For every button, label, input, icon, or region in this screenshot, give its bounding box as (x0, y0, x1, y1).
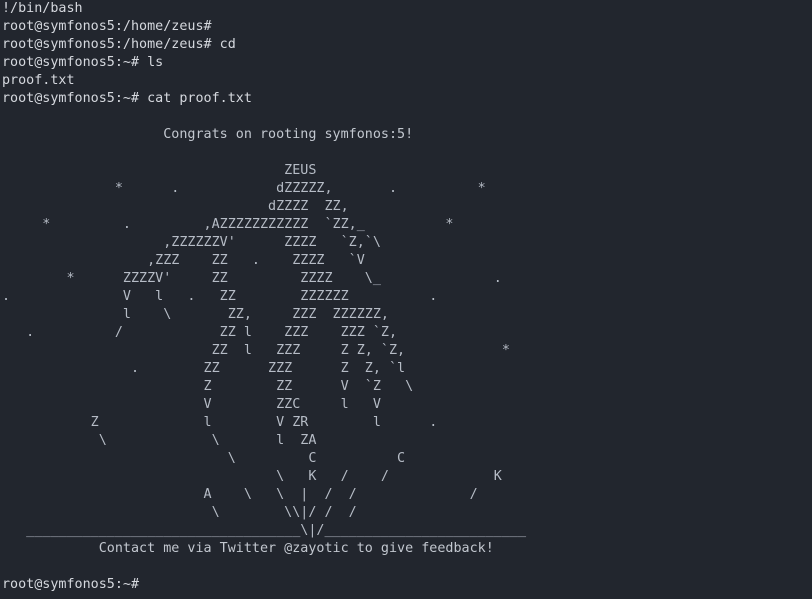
proof-art-line: ,ZZZZZZV' ZZZZ `Z,`\ (2, 235, 381, 250)
proof-art-line: V ZZC l V (2, 397, 381, 412)
terminal-command-line: root@symfonos5:~# cat proof.txt (2, 90, 812, 108)
terminal-output-line: !/bin/bash (2, 1, 83, 16)
terminal-command-line: root@symfonos5:/home/zeus# (2, 18, 812, 36)
proof-art-line: ZEUS (2, 163, 317, 178)
terminal-active-prompt-line[interactable]: root@symfonos5:~# (2, 576, 812, 594)
proof-art-line: \ C C (2, 451, 406, 466)
terminal-output-line: proof.txt (2, 73, 75, 88)
proof-art-line: \ \\|/ / / (2, 505, 357, 520)
shell-prompt: root@symfonos5:/home/zeus# (2, 19, 212, 34)
shell-command: ls (139, 55, 164, 70)
proof-art-line: * ZZZZV' ZZ ZZZZ \_ . (2, 271, 502, 286)
terminal-command-line: root@symfonos5:~# ls (2, 54, 812, 72)
proof-art-line: . V l . ZZ ZZZZZZ . (2, 289, 438, 304)
proof-art-line: A \ \ | / / / (2, 487, 478, 502)
proof-art-line: . / ZZ l ZZZ ZZZ `Z, (2, 325, 398, 340)
proof-art-line: * . dZZZZZ, . * (2, 181, 486, 196)
proof-art-line: \ \ l ZA (2, 433, 317, 448)
proof-art-line: Z ZZ V `Z \ (2, 379, 414, 394)
proof-art-line: l \ ZZ, ZZZ ZZZZZZ, (2, 307, 389, 322)
shell-prompt: root@symfonos5:~# (2, 91, 140, 106)
proof-art-line (2, 144, 812, 162)
shell-command: cat proof.txt (139, 91, 252, 106)
proof-art-line: ZZ l ZZZ Z Z, `Z, * (2, 343, 510, 358)
proof-art-line: Z l V ZR l . (2, 415, 438, 430)
proof-contact-text: Contact me via Twitter @zayotic to give … (2, 541, 494, 556)
terminal-window[interactable]: !/bin/bash root@symfonos5:/home/zeus# ro… (0, 0, 812, 599)
proof-art-line: * . ,AZZZZZZZZZZZ `ZZ,_ * (2, 217, 454, 232)
proof-art-line: . ZZ ZZZ Z Z, `l (2, 361, 406, 376)
proof-art-line: \ K / / K (2, 469, 502, 484)
proof-art-line: dZZZZ ZZ, (2, 199, 349, 214)
shell-prompt: root@symfonos5:/home/zeus# (2, 37, 212, 52)
proof-congrats-text: Congrats on rooting symfonos:5! (2, 127, 414, 142)
proof-art-line: __________________________________\|/___… (2, 523, 527, 538)
terminal-command-line: root@symfonos5:/home/zeus# cd (2, 36, 812, 54)
cursor-row (2, 594, 812, 599)
shell-command: cd (211, 37, 236, 52)
shell-prompt: root@symfonos5:~# (2, 577, 140, 592)
proof-art-line: ,ZZZ ZZ . ZZZZ `V (2, 253, 365, 268)
shell-prompt: root@symfonos5:~# (2, 55, 140, 70)
